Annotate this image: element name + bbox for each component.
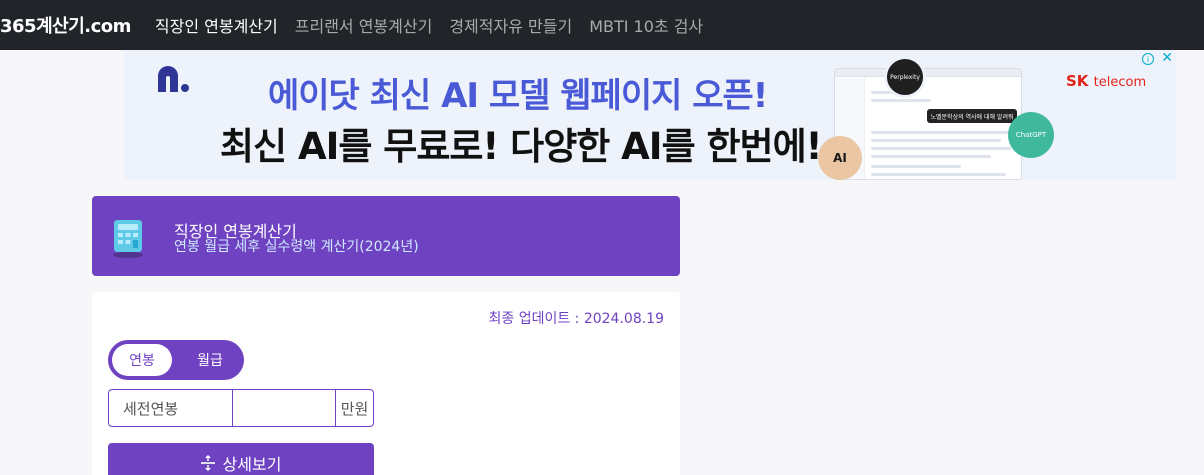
top-navbar: 365계산기.com 직장인 연봉계산기 프리랜서 연봉계산기 경제적자유 만들…: [0, 0, 1204, 50]
nav-link-mbti[interactable]: MBTI 10초 검사: [589, 13, 703, 37]
ad-headline: 에이닷 최신 AI 모델 웹페이지 오픈!: [268, 76, 768, 116]
nav-link-freelancer[interactable]: 프리랜서 연봉계산기: [295, 13, 433, 37]
salary-type-toggle: 연봉 월급: [108, 340, 244, 380]
ad-screenshot-mockup: 노벨문학상의 역사에 대해 알려줘: [834, 68, 1022, 180]
nav-link-salary[interactable]: 직장인 연봉계산기: [155, 13, 278, 37]
detail-view-button[interactable]: 상세보기: [108, 443, 374, 475]
perplexity-badge-icon: Perplexity: [884, 56, 926, 98]
claude-badge-icon: AI: [818, 136, 862, 180]
page-subtitle: 연봉 월급 세후 실수령액 계산기(2024년): [174, 239, 419, 255]
salary-input[interactable]: [233, 390, 335, 426]
ad-mock-prompt: 노벨문학상의 역사에 대해 알려줘: [927, 109, 1017, 123]
detail-view-label: 상세보기: [222, 455, 282, 474]
info-icon[interactable]: i: [1142, 53, 1154, 65]
brand-logo[interactable]: 365계산기.com: [0, 12, 131, 38]
close-icon[interactable]: ✕: [1161, 50, 1173, 66]
ad-subline: 최신 AI를 무료로! 다양한 AI를 한번에!: [220, 125, 822, 168]
calculator-icon: [113, 220, 143, 258]
toggle-monthly-option[interactable]: 월급: [180, 344, 240, 376]
calculator-header: 직장인 연봉계산기 연봉 월급 세후 실수령액 계산기(2024년): [92, 196, 680, 276]
nav-link-economic-freedom[interactable]: 경제적자유 만들기: [449, 13, 572, 37]
salary-input-group: 세전연봉 만원: [108, 389, 374, 427]
toggle-annual-option[interactable]: 연봉: [112, 344, 172, 376]
sk-telecom-logo: SK telecom: [1066, 72, 1147, 90]
expand-vertical-icon: [200, 455, 215, 471]
salary-input-label: 세전연봉: [109, 390, 233, 426]
ad-banner[interactable]: 에이닷 최신 AI 모델 웹페이지 오픈! 최신 AI를 무료로! 다양한 AI…: [124, 50, 1176, 180]
salary-unit-label: 만원: [335, 390, 373, 426]
salary-form-card: 최종 업데이트 : 2024.08.19 연봉 월급 세전연봉 만원 상세보기: [92, 292, 680, 475]
last-updated-text: 최종 업데이트 : 2024.08.19: [488, 311, 664, 327]
adot-logo-icon: [158, 66, 189, 92]
chatgpt-badge-icon: ChatGPT: [1008, 112, 1054, 158]
